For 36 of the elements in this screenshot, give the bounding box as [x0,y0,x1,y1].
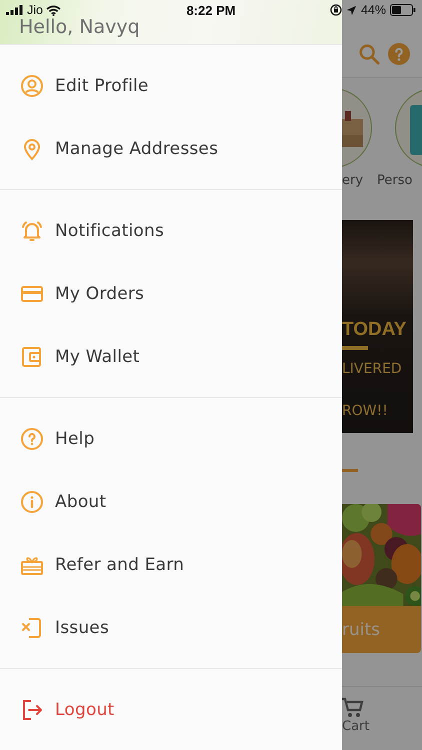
menu-item[interactable]: Help [0,407,342,470]
banner-text: ROW!! [342,402,389,420]
menu-item[interactable]: Logout [0,678,342,741]
menu-icon [20,426,44,450]
menu-item[interactable]: Issues [0,596,342,659]
wifi-icon [46,4,61,16]
promo-banner[interactable]: TODAY LIVERED ROW!! [342,220,413,433]
signal-icon [6,5,24,15]
battery-percent: 44% [360,3,386,17]
cart-icon[interactable] [342,697,364,719]
menu-icon [20,698,44,722]
category-label: Perso [377,173,412,188]
status-time: 8:22 PM [186,2,236,18]
location-icon [346,4,357,16]
banner-text: LIVERED [342,360,403,378]
search-icon[interactable] [358,43,380,65]
menu-item[interactable]: Manage Addresses [0,117,342,180]
menu-item[interactable]: My Orders [0,262,342,325]
battery-icon [390,4,416,16]
help-icon[interactable] [388,43,410,65]
menu-item[interactable]: Edit Profile [0,54,342,117]
menu-item[interactable]: Refer and Earn [0,533,342,596]
menu-icon [20,616,44,640]
menu-item[interactable]: My Wallet [0,325,342,388]
menu-icon [20,490,44,514]
banner-headline: TODAY [342,318,408,342]
rotation-lock-icon [330,4,342,16]
menu-icon [20,74,44,98]
carrier-name: Jio [27,3,43,17]
nav-label[interactable]: Cart [342,719,370,734]
category-label: ery [342,173,364,188]
greeting: Hello, Navyq [19,16,140,38]
menu-icon [20,218,44,242]
menu-item[interactable]: Notifications [0,199,342,262]
menu-icon [20,344,44,368]
menu-item[interactable]: About [0,470,342,533]
